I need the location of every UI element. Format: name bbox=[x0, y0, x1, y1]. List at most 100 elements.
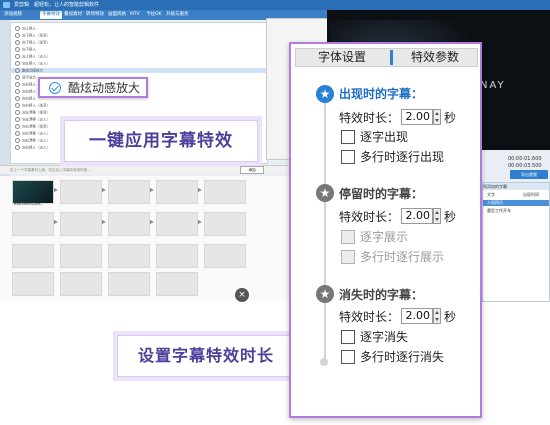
list-item[interactable]: 向下移入（渐变） bbox=[15, 40, 50, 45]
list-item[interactable]: 向上移入 bbox=[15, 26, 36, 31]
empty-slot bbox=[204, 212, 246, 236]
arrow-right-icon bbox=[198, 220, 202, 224]
duration-label-stay: 特效时长： bbox=[339, 210, 400, 224]
arrow-right-icon bbox=[150, 220, 154, 224]
empty-slot bbox=[60, 212, 102, 236]
subtitle-table: 所添加的字幕 文字 出现时间 人间四月 重型工作开车 bbox=[482, 182, 550, 302]
section-title-stay: 停留时的字幕： bbox=[339, 187, 424, 201]
list-item[interactable]: 向右移入（渐变） bbox=[15, 103, 50, 108]
list-item[interactable]: 向左移入（淡入） bbox=[15, 61, 50, 66]
menu-karaoke[interactable]: 卡拉OK bbox=[144, 11, 164, 19]
menu-upgrade[interactable]: 升级与服务 bbox=[164, 11, 191, 19]
column-header-time: 出现时间 bbox=[523, 192, 539, 197]
section-title-appear: 出现时的字幕： bbox=[339, 87, 424, 101]
checkbox-label: 逐字展示 bbox=[360, 230, 409, 244]
close-icon[interactable]: × bbox=[235, 288, 249, 302]
empty-slot bbox=[204, 180, 246, 204]
arrow-right-icon bbox=[54, 220, 58, 224]
timeline-end-dot bbox=[320, 358, 328, 366]
duration-input-appear[interactable]: 2.00 bbox=[401, 109, 433, 125]
time-current: 00:00:01.600 bbox=[508, 156, 542, 162]
duration-stepper-appear[interactable] bbox=[433, 109, 441, 125]
tab-font-settings[interactable]: 字体设置 bbox=[296, 49, 388, 66]
timeline-line bbox=[324, 88, 326, 364]
media-thumb[interactable] bbox=[12, 180, 54, 204]
checkbox-label: 逐字消失 bbox=[360, 330, 409, 344]
arrow-right-icon bbox=[150, 188, 154, 192]
list-item[interactable]: 向左移入 bbox=[15, 89, 36, 94]
empty-slot bbox=[12, 212, 54, 236]
arrow-right-icon bbox=[198, 188, 202, 192]
empty-slot bbox=[156, 272, 198, 296]
checkbox-label: 多行时逐行消失 bbox=[360, 350, 445, 364]
checkbox-label: 多行时逐行出现 bbox=[360, 150, 445, 164]
list-item[interactable]: 向右移入 bbox=[15, 96, 36, 101]
checkbox-line-disappear[interactable] bbox=[341, 350, 355, 364]
list-item[interactable]: 向右漂移（淡入） bbox=[15, 138, 50, 143]
list-item[interactable]: 向左漂移（淡入） bbox=[15, 117, 50, 122]
menu-transitions[interactable]: 转场特效 bbox=[84, 11, 106, 19]
import-button[interactable]: 添加 bbox=[240, 166, 264, 174]
subtitle-table-title: 所添加的字幕 bbox=[483, 183, 549, 190]
list-item[interactable]: 向下移入 bbox=[15, 47, 36, 52]
empty-slot bbox=[60, 180, 102, 204]
title-bar: 爱剪辑 超轻松，让人的智能剪辑软件 bbox=[0, 0, 550, 10]
caption-banner-bottom-text: 设置字幕特效时长 bbox=[137, 346, 274, 365]
star-arrow-icon: ★ bbox=[316, 285, 334, 303]
checkbox-char-appear[interactable] bbox=[341, 130, 355, 144]
checkbox-label: 多行时逐行展示 bbox=[360, 250, 445, 264]
menu-mtv[interactable]: MTV bbox=[128, 11, 142, 19]
duration-label-appear: 特效时长： bbox=[339, 111, 400, 125]
menu-overlay[interactable]: 叠加素材 bbox=[62, 11, 84, 19]
empty-slot bbox=[108, 180, 150, 204]
list-item-selected[interactable]: 酷炫动感放大 bbox=[11, 68, 267, 73]
time-total: 00:00:03.500 bbox=[508, 163, 542, 169]
list-item[interactable]: 向右漂移（渐变） bbox=[15, 124, 50, 129]
tab-effect-params[interactable]: 特效参数 bbox=[393, 49, 477, 66]
list-item[interactable]: 逐字放大 bbox=[15, 75, 36, 80]
star-icon: ★ bbox=[316, 184, 334, 202]
list-item[interactable]: 向下移入（渐变） bbox=[15, 33, 50, 38]
table-row-selected[interactable]: 人间四月 bbox=[483, 200, 549, 206]
menu-styles[interactable]: 画面风格 bbox=[106, 11, 128, 19]
arrow-right-icon bbox=[102, 220, 106, 224]
duration-input-stay[interactable]: 2.00 bbox=[401, 208, 433, 224]
check-circle-icon bbox=[49, 82, 61, 94]
empty-slot bbox=[108, 272, 150, 296]
column-header-text: 文字 bbox=[487, 192, 495, 197]
list-item[interactable]: 向上移入（淡入） bbox=[15, 54, 50, 59]
app-title: 爱剪辑 超轻松，让人的智能剪辑软件 bbox=[14, 2, 100, 8]
tab-bar: 字体设置 特效参数 bbox=[295, 48, 478, 67]
unit-seconds: 秒 bbox=[444, 111, 457, 125]
empty-slot bbox=[108, 212, 150, 236]
effect-params-popup: 字体设置 特效参数 ★ 出现时的字幕： 特效时长： 2.00 秒 逐字出现 多行… bbox=[289, 42, 482, 418]
arrow-right-icon bbox=[102, 188, 106, 192]
section-title-disappear: 消失时的字幕： bbox=[339, 288, 424, 302]
list-item[interactable]: 向左漂移（渐变） bbox=[15, 110, 50, 115]
menu-subtitle-effects[interactable]: 字幕特效 bbox=[40, 11, 62, 19]
duration-input-disappear[interactable]: 2.00 bbox=[401, 308, 433, 324]
duration-stepper-disappear[interactable] bbox=[433, 308, 441, 324]
checkbox-line-appear[interactable] bbox=[341, 150, 355, 164]
export-button[interactable]: 导出视频 bbox=[510, 170, 548, 179]
duration-stepper-stay[interactable] bbox=[433, 208, 441, 224]
table-row[interactable]: 重型工作开车 bbox=[483, 208, 549, 214]
duration-label-disappear: 特效时长： bbox=[339, 310, 400, 324]
checkbox-char-disappear[interactable] bbox=[341, 330, 355, 344]
video-overlay-text: NAY bbox=[480, 80, 506, 91]
list-item[interactable]: 向右漂移（淡入） bbox=[15, 131, 50, 136]
empty-slot bbox=[60, 272, 102, 296]
caption-banner-bottom: 设置字幕特效时长 bbox=[117, 335, 295, 377]
unit-seconds: 秒 bbox=[444, 310, 457, 324]
app-logo-icon bbox=[3, 2, 10, 8]
empty-slot bbox=[12, 244, 54, 268]
checkbox-line-stay bbox=[341, 250, 355, 264]
empty-slot bbox=[204, 244, 246, 268]
list-item[interactable]: 向右移入（淡入） bbox=[15, 145, 50, 150]
empty-slot bbox=[156, 180, 198, 204]
caption-banner-top: 一键应用字幕特效 bbox=[64, 120, 258, 162]
menu-add-video[interactable]: 添加视频 bbox=[2, 11, 24, 19]
empty-slot bbox=[156, 244, 198, 268]
empty-slot bbox=[108, 244, 150, 268]
arrow-right-icon bbox=[54, 188, 58, 192]
